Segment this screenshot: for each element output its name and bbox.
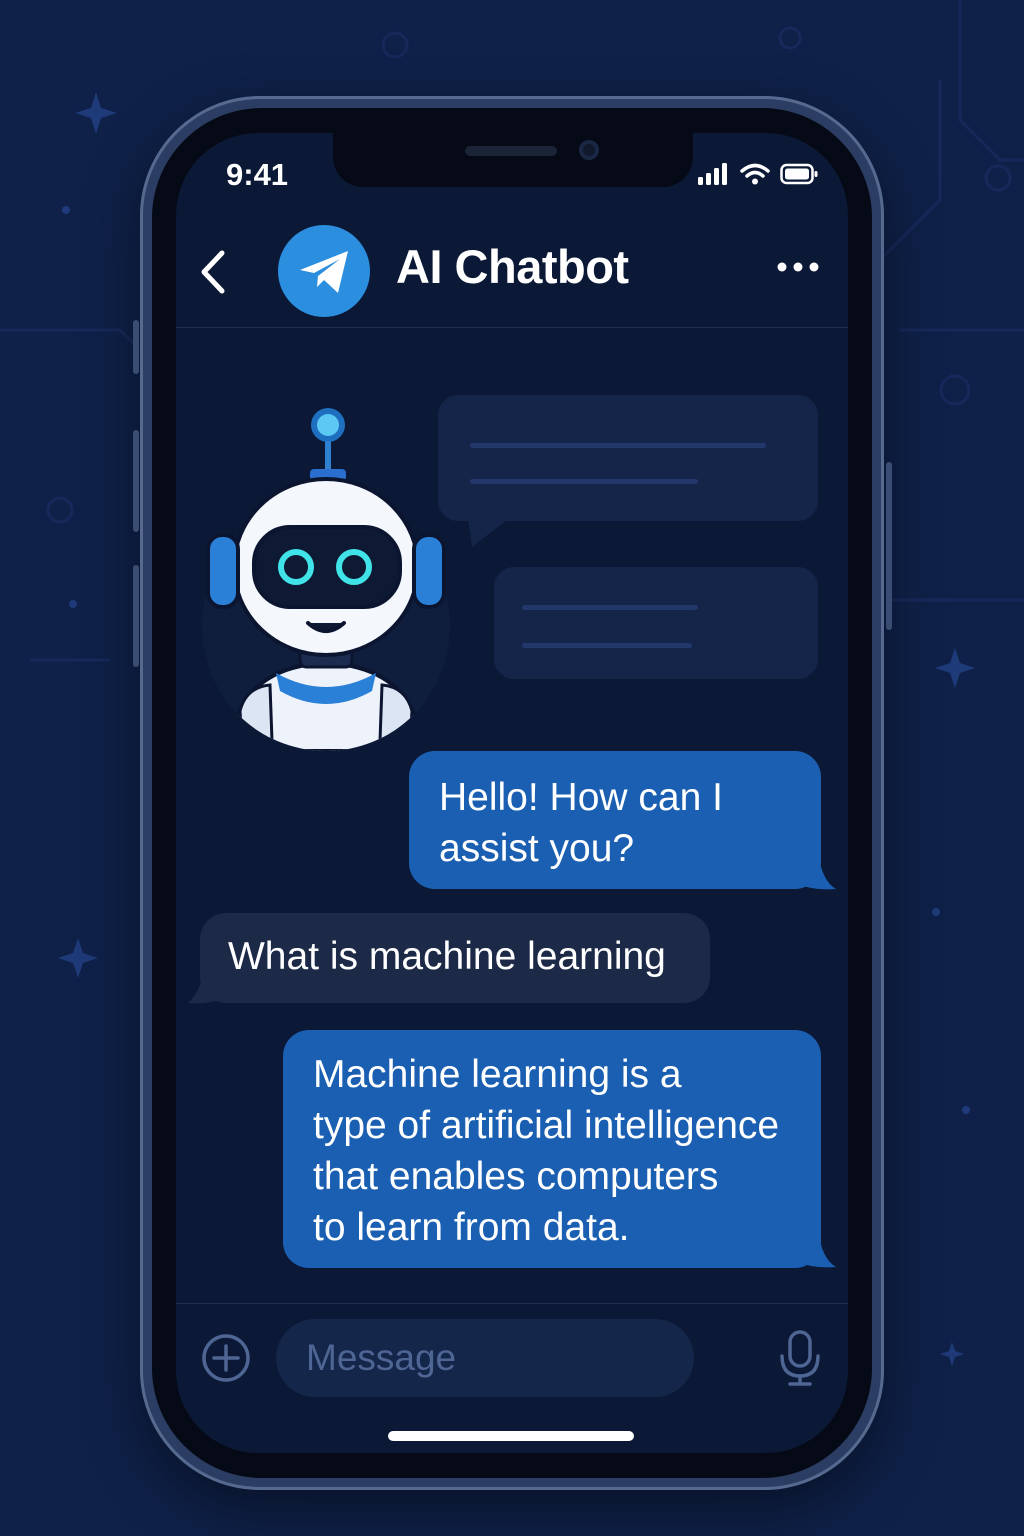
avatar[interactable] bbox=[278, 225, 370, 317]
signal-icon bbox=[698, 163, 727, 185]
status-time: 9:41 bbox=[226, 157, 289, 192]
battery-icon bbox=[780, 163, 818, 185]
plus-circle-icon[interactable] bbox=[200, 1332, 252, 1384]
microphone-icon[interactable] bbox=[776, 1328, 824, 1388]
home-indicator[interactable] bbox=[388, 1431, 634, 1441]
paper-plane-icon bbox=[300, 251, 348, 293]
bubble-tail bbox=[794, 1231, 836, 1268]
status-icons bbox=[698, 163, 818, 185]
placeholder-bubble bbox=[438, 395, 818, 521]
message-bubble-bot: Machine learning is a type of artificial… bbox=[283, 1030, 821, 1268]
earpiece-speaker bbox=[465, 146, 557, 156]
volume-down-button bbox=[133, 565, 139, 667]
wifi-icon bbox=[740, 163, 770, 185]
placeholder-line bbox=[470, 443, 766, 448]
volume-up-button bbox=[133, 430, 139, 532]
silent-switch bbox=[133, 320, 139, 374]
message-input[interactable] bbox=[276, 1319, 694, 1397]
chat-header: AI Chatbot bbox=[176, 217, 848, 328]
placeholder-line bbox=[522, 605, 698, 610]
power-button bbox=[886, 462, 892, 630]
bubble-tail bbox=[188, 969, 228, 1004]
placeholder-line bbox=[522, 643, 692, 648]
chevron-left-icon[interactable] bbox=[196, 247, 230, 297]
placeholder-line bbox=[470, 479, 698, 484]
message-bubble-user: What is machine learning bbox=[200, 913, 710, 1003]
front-camera bbox=[579, 140, 599, 160]
bubble-tail bbox=[468, 519, 508, 547]
ellipsis-icon[interactable] bbox=[776, 257, 820, 277]
robot-illustration bbox=[202, 408, 450, 751]
placeholder-bubble bbox=[494, 567, 818, 679]
notch bbox=[333, 133, 693, 187]
message-bubble-bot: Hello! How can I assist you? bbox=[409, 751, 821, 889]
phone-screen: 9:41 AI Chatbot Hello! How can I assist … bbox=[176, 133, 848, 1453]
bubble-tail bbox=[794, 853, 836, 890]
page-title: AI Chatbot bbox=[396, 240, 629, 293]
